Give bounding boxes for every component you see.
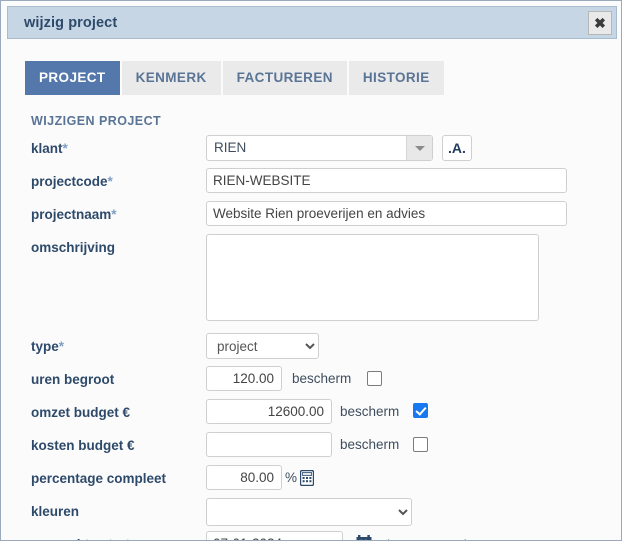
required-marker: * — [58, 339, 65, 354]
verwachte-start-input[interactable] — [206, 531, 343, 540]
calendar-icon[interactable] — [356, 535, 372, 540]
uren-begroot-protect-checkbox[interactable] — [367, 371, 382, 386]
verwachte-start-control: (DD-MM-JJJJ) — [206, 531, 469, 540]
dialog-title: wijzig project — [24, 15, 118, 31]
field-row-kosten-budget: kosten budget € bescherm — [1, 432, 621, 464]
field-row-projectcode: projectcode* — [1, 168, 621, 200]
label-klant: klant* — [31, 141, 68, 156]
dialog-titlebar: wijzig project ✖ — [7, 6, 617, 39]
field-row-percentage-compleet: percentage compleet % — [1, 465, 621, 497]
projectcode-input[interactable] — [206, 168, 567, 193]
kosten-budget-protect-label: bescherm — [340, 437, 400, 452]
kosten-budget-protect-checkbox[interactable] — [413, 437, 428, 452]
label-omzet-budget: omzet budget € — [31, 405, 131, 420]
field-row-uren-begroot: uren begroot bescherm — [1, 366, 621, 398]
field-row-omschrijving: omschrijving — [1, 234, 621, 328]
label-projectnaam: projectnaam* — [31, 207, 117, 222]
label-omschrijving: omschrijving — [31, 240, 116, 255]
label-klant-text: klant — [31, 141, 63, 156]
verwachte-start-hint: (DD-MM-JJJJ) — [385, 537, 469, 540]
label-kleuren: kleuren — [31, 504, 80, 519]
label-projectnaam-text: projectnaam — [31, 207, 112, 222]
field-row-omzet-budget: omzet budget € bescherm — [1, 399, 621, 431]
field-row-projectnaam: projectnaam* — [1, 201, 621, 233]
calculator-icon[interactable] — [299, 469, 315, 489]
field-row-klant: klant* RIEN .A. — [1, 135, 621, 167]
field-row-verwachte-start: verwachte start (DD-MM-JJJJ) — [1, 531, 621, 540]
field-row-type: type* project — [1, 333, 621, 365]
label-type: type* — [31, 339, 64, 354]
required-marker: * — [111, 207, 117, 222]
kleuren-control — [206, 498, 412, 526]
omschrijving-control — [206, 234, 539, 324]
chevron-down-icon[interactable] — [406, 136, 432, 160]
omzet-budget-protect-checkbox[interactable] — [413, 403, 428, 418]
projectnaam-control — [206, 201, 567, 226]
tab-kenmerk[interactable]: KENMERK — [121, 61, 221, 95]
label-projectcode: projectcode* — [31, 174, 113, 189]
omzet-budget-input[interactable] — [206, 399, 332, 424]
percentage-compleet-control: % — [206, 465, 315, 490]
kosten-budget-input[interactable] — [206, 432, 332, 457]
label-uren-begroot: uren begroot — [31, 372, 115, 387]
percentage-compleet-input[interactable] — [206, 465, 282, 490]
label-kosten-budget: kosten budget € — [31, 438, 135, 453]
projectnaam-input[interactable] — [206, 201, 567, 226]
form-section-title: WIJZIGEN PROJECT — [31, 114, 162, 128]
tab-historie[interactable]: HISTORIE — [348, 61, 444, 95]
klant-control: RIEN .A. — [206, 135, 472, 161]
close-icon[interactable]: ✖ — [588, 11, 612, 35]
label-verwachte-start: verwachte start — [31, 537, 130, 540]
omzet-budget-protect-label: bescherm — [340, 404, 400, 419]
percentage-unit-label: % — [285, 470, 298, 485]
klant-value: RIEN — [214, 140, 247, 155]
klant-lookup-button[interactable]: .A. — [442, 135, 472, 161]
tab-project[interactable]: PROJECT — [25, 61, 120, 95]
type-control: project — [206, 333, 319, 359]
tab-factureren[interactable]: FACTUREREN — [222, 61, 347, 95]
field-row-kleuren: kleuren — [1, 498, 621, 530]
klant-combobox[interactable]: RIEN — [206, 135, 433, 161]
omzet-budget-control: bescherm — [206, 399, 428, 424]
projectcode-control — [206, 168, 567, 193]
required-marker: * — [107, 174, 113, 189]
kleuren-select[interactable] — [206, 498, 412, 526]
uren-begroot-control: bescherm — [206, 366, 382, 391]
label-type-text: type — [31, 339, 59, 354]
uren-begroot-input[interactable] — [206, 366, 282, 391]
wijzig-project-dialog: wijzig project ✖ PROJECT KENMERK FACTURE… — [0, 0, 622, 541]
uren-begroot-protect-label: bescherm — [292, 371, 352, 386]
omschrijving-textarea[interactable] — [206, 234, 539, 321]
tab-bar: PROJECT KENMERK FACTUREREN HISTORIE — [25, 61, 446, 95]
kosten-budget-control: bescherm — [206, 432, 428, 457]
type-select[interactable]: project — [206, 333, 319, 359]
label-percentage-compleet: percentage compleet — [31, 471, 167, 486]
required-marker: * — [62, 141, 68, 156]
label-projectcode-text: projectcode — [31, 174, 108, 189]
